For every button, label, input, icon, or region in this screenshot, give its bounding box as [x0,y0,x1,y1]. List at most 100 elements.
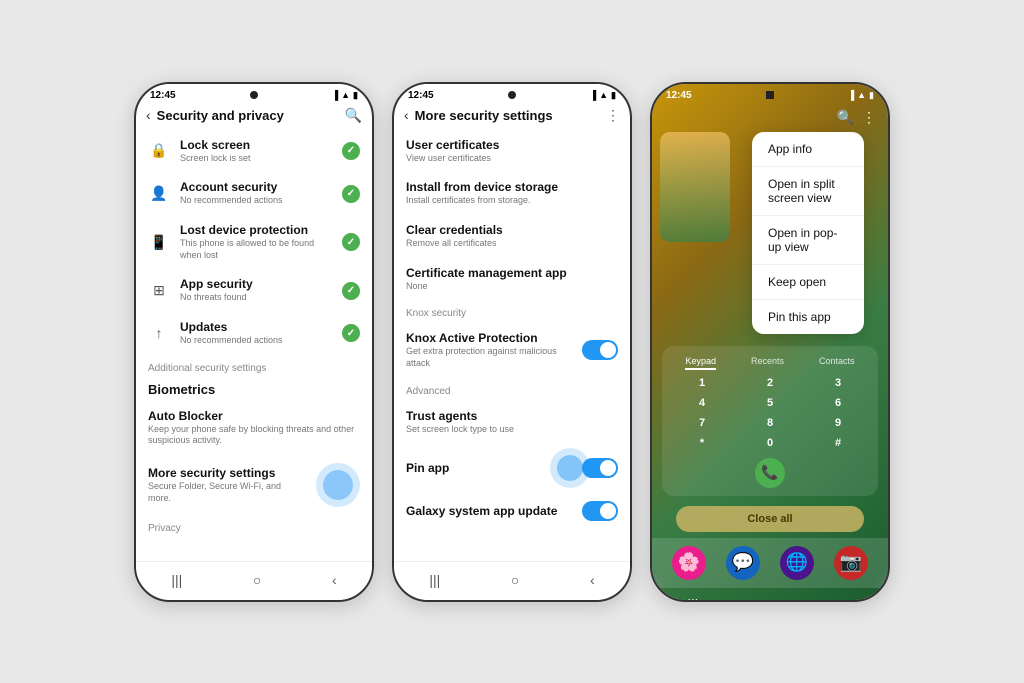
setting-item-clear-creds[interactable]: Clear credentials Remove all certificate… [394,215,630,258]
ripple-inner [323,470,353,500]
dialer-key-2[interactable]: 2 [757,374,783,392]
section-knox: Knox security [394,300,630,323]
clear-creds-title: Clear credentials [406,223,618,237]
app-security-title: App security [180,277,332,291]
setting-item-lock-screen[interactable]: 🔒 Lock screen Screen lock is set [136,130,372,173]
setting-item-account-security[interactable]: 👤 Account security No recommended action… [136,172,372,215]
cert-mgmt-text: Certificate management app None [406,266,618,293]
phone3-nav-home[interactable]: ○ [759,594,787,602]
phone3-nav-recent[interactable]: ||| [677,594,708,602]
updates-title: Updates [180,320,332,334]
dock-icon-messages[interactable]: 💬 [726,546,760,580]
user-certs-title: User certificates [406,138,618,152]
auto-blocker-sub: Keep your phone safe by blocking threats… [148,424,360,447]
phone-1: 12:45 ▐ ▲ ▮ ‹ Security and privacy 🔍 🔒 L… [134,82,374,602]
app-security-check [342,282,360,300]
updates-check [342,324,360,342]
phone1-back-button[interactable]: ‹ [146,107,151,123]
setting-item-auto-blocker[interactable]: Auto Blocker Keep your phone safe by blo… [136,401,372,455]
dialer-key-hash[interactable]: # [825,434,851,452]
dialer-key-7[interactable]: 7 [689,414,715,432]
dialer-key-star[interactable]: * [689,434,715,452]
dialer-row-2: 4 5 6 [668,394,872,412]
phone2-back-button[interactable]: ‹ [404,107,409,123]
phone1-search-button[interactable]: 🔍 [345,107,362,124]
phone3-camera [766,91,774,99]
phone2-nav-recent[interactable]: ||| [419,570,450,590]
phone-2: 12:45 ▐ ▲ ▮ ‹ More security settings ⋮ U… [392,82,632,602]
call-button[interactable]: 📞 [755,458,785,488]
context-menu-popup-view[interactable]: Open in pop-up view [752,216,864,265]
context-menu-split-screen[interactable]: Open in split screen view [752,167,864,216]
dock-icon-browser[interactable]: 🌐 [780,546,814,580]
phone2-nav-bar: ||| ○ ‹ [394,561,630,600]
phone3-search-button[interactable]: 🔍 [837,109,854,126]
lock-icon: 🔒 [148,140,170,162]
clear-creds-text: Clear credentials Remove all certificate… [406,223,618,250]
phone3-nav-back[interactable]: ‹ [838,594,863,602]
dialer-key-3[interactable]: 3 [825,374,851,392]
setting-item-cert-mgmt[interactable]: Certificate management app None [394,258,630,301]
dialer-tab-contacts[interactable]: Contacts [819,356,855,370]
knox-title: Knox Active Protection [406,331,572,345]
dialer-key-1[interactable]: 1 [689,374,715,392]
close-all-button[interactable]: Close all [676,506,865,532]
app-thumbnail[interactable] [660,132,730,242]
setting-item-trust-agents[interactable]: Trust agents Set screen lock type to use [394,401,630,444]
updates-icon: ↑ [148,322,170,344]
dialer-tabs: Keypad Recents Contacts [668,352,872,372]
phones-container: 12:45 ▐ ▲ ▮ ‹ Security and privacy 🔍 🔒 L… [114,62,910,622]
setting-item-more-security[interactable]: More security settings Secure Folder, Se… [136,455,372,515]
dock-icon-flower[interactable]: 🌸 [672,546,706,580]
setting-item-updates[interactable]: ↑ Updates No recommended actions [136,312,372,355]
dialer-key-4[interactable]: 4 [689,394,715,412]
context-menu-keep-open[interactable]: Keep open [752,265,864,300]
lock-screen-check [342,142,360,160]
phone1-nav-back[interactable]: ‹ [322,570,347,590]
phone2-nav-home[interactable]: ○ [501,570,529,590]
lost-device-sub: This phone is allowed to be found when l… [180,238,332,261]
section-additional: Additional security settings [136,355,372,378]
dialer-key-8[interactable]: 8 [757,414,783,432]
app-security-sub: No threats found [180,292,332,304]
phone1-header: ‹ Security and privacy 🔍 [136,103,372,130]
setting-item-install-storage[interactable]: Install from device storage Install cert… [394,172,630,215]
dock-icon-camera[interactable]: 📷 [834,546,868,580]
phone3-recents-area: App info Open in split screen view Open … [660,132,880,334]
setting-item-knox[interactable]: Knox Active Protection Get extra protect… [394,323,630,377]
dialer-key-5[interactable]: 5 [757,394,783,412]
context-menu-app-info[interactable]: App info [752,132,864,167]
setting-item-galaxy-update[interactable]: Galaxy system app update [394,493,630,529]
cert-mgmt-title: Certificate management app [406,266,618,280]
dialer-key-6[interactable]: 6 [825,394,851,412]
pin-app-toggle[interactable] [582,458,618,478]
knox-text: Knox Active Protection Get extra protect… [406,331,572,369]
setting-item-app-security[interactable]: ⊞ App security No threats found [136,269,372,312]
section-biometrics: Biometrics [136,378,372,401]
dialer-tab-keypad[interactable]: Keypad [685,356,716,370]
setting-item-user-certs[interactable]: User certificates View user certificates [394,130,630,173]
galaxy-update-toggle[interactable] [582,501,618,521]
phone2-content: User certificates View user certificates… [394,130,630,561]
account-security-sub: No recommended actions [180,195,332,207]
phone2-nav-back[interactable]: ‹ [580,570,605,590]
knox-toggle[interactable] [582,340,618,360]
phone3-more-button[interactable]: ⋮ [862,109,876,126]
clear-creds-sub: Remove all certificates [406,238,618,250]
phone2-menu-button[interactable]: ⋮ [606,107,620,124]
context-menu-pin-app[interactable]: Pin this app [752,300,864,334]
dialer-key-9[interactable]: 9 [825,414,851,432]
phone3-nav-bar: ||| ○ ‹ [652,588,888,602]
galaxy-update-title: Galaxy system app update [406,504,572,518]
phone1-nav-home[interactable]: ○ [243,570,271,590]
dialer-key-0[interactable]: 0 [757,434,783,452]
app-security-icon: ⊞ [148,280,170,302]
more-security-text: More security settings Secure Folder, Se… [148,466,306,504]
wifi-icon: ▲ [857,90,866,100]
lost-device-text: Lost device protection This phone is all… [180,223,332,261]
setting-item-pin-app[interactable]: Pin app [394,443,630,493]
dialer-tab-recents[interactable]: Recents [751,356,784,370]
phone1-nav-recent[interactable]: ||| [161,570,192,590]
setting-item-lost-device[interactable]: 📱 Lost device protection This phone is a… [136,215,372,269]
auto-blocker-title: Auto Blocker [148,409,360,423]
